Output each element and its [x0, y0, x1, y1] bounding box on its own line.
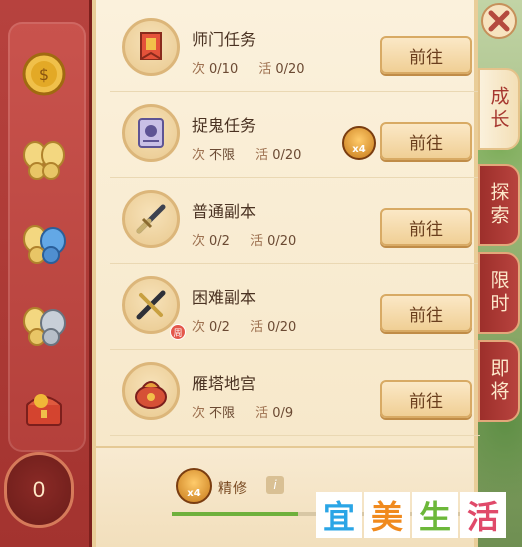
- task-meta: 次 0/10 活 0/20: [192, 58, 305, 77]
- info-glyph: i: [273, 478, 277, 492]
- tab-upcoming[interactable]: 即将: [478, 340, 520, 422]
- multiplier-label: x4: [352, 144, 366, 155]
- refine-label: 精修: [218, 481, 248, 497]
- go-button[interactable]: 前往: [380, 122, 472, 160]
- refine-multiplier: x4: [187, 488, 201, 499]
- count-value: 不限: [209, 406, 236, 421]
- treasure-bag-icon: [122, 362, 180, 420]
- task-row: 师门任务 次 0/10 活 0/20 前往: [110, 6, 480, 92]
- left-rail: $ 0: [0, 0, 92, 547]
- go-button[interactable]: 前往: [380, 294, 472, 332]
- active-value: 0/20: [275, 62, 305, 77]
- side-tabs: 成长 探索 限时 即将: [474, 0, 522, 547]
- go-button[interactable]: 前往: [380, 208, 472, 246]
- watermark-char: 生: [412, 492, 458, 538]
- count-label: 次: [192, 320, 206, 335]
- scroll-icon: [122, 104, 180, 162]
- count-label: 次: [192, 234, 206, 249]
- task-row: 普通副本 次 0/2 活 0/20 前往: [110, 178, 480, 264]
- task-title: 困难副本: [192, 288, 257, 307]
- active-label: 活: [250, 320, 264, 335]
- butterfly-gold-icon[interactable]: [16, 132, 72, 188]
- task-title: 捉鬼任务: [192, 116, 257, 135]
- task-meta: 次 0/2 活 0/20: [192, 316, 296, 335]
- svg-text:$: $: [39, 65, 49, 84]
- crossed-swords-icon: [122, 276, 180, 334]
- count-value: 0/2: [209, 320, 230, 335]
- watermark-char: 活: [460, 492, 506, 538]
- counter-badge: 0: [4, 452, 74, 528]
- task-row: 周 困难副本 次 0/2 活 0/20 前往: [110, 264, 480, 350]
- active-label: 活: [255, 406, 269, 421]
- active-value: 0/9: [272, 406, 294, 421]
- weekly-badge: 周: [170, 324, 186, 340]
- count-value: 0/2: [209, 234, 230, 249]
- task-title: 普通副本: [192, 202, 257, 221]
- watermark-char: 美: [364, 492, 410, 538]
- task-title: 师门任务: [192, 30, 257, 49]
- active-value: 0/20: [267, 234, 297, 249]
- gold-coin-icon[interactable]: $: [16, 46, 72, 102]
- watermark-char: 宜: [316, 492, 362, 538]
- sword-icon: [122, 190, 180, 248]
- active-label: 活: [250, 234, 264, 249]
- task-meta: 次不限 活 0/20: [192, 144, 301, 163]
- tab-limited[interactable]: 限时: [478, 252, 520, 334]
- task-meta: 次不限 活 0/9: [192, 402, 293, 421]
- count-value: 0/10: [209, 62, 239, 77]
- active-value: 0/20: [267, 320, 297, 335]
- go-button[interactable]: 前往: [380, 380, 472, 418]
- butterfly-silver-icon[interactable]: [16, 298, 72, 354]
- active-label: 活: [255, 148, 269, 163]
- counter-value: 0: [32, 477, 46, 502]
- task-row: 捉鬼任务 次不限 活 0/20 x4 前往: [110, 92, 480, 178]
- count-label: 次: [192, 148, 206, 163]
- go-button[interactable]: 前往: [380, 36, 472, 74]
- tab-growth[interactable]: 成长: [478, 68, 520, 150]
- task-title: 雁塔地宫: [192, 374, 257, 393]
- weekly-label: 周: [173, 328, 183, 339]
- tab-explore[interactable]: 探索: [478, 164, 520, 246]
- banner-icon: [122, 18, 180, 76]
- butterfly-blue-icon[interactable]: [16, 216, 72, 272]
- multiplier-icon[interactable]: x4: [342, 126, 376, 160]
- count-label: 次: [192, 406, 206, 421]
- count-value: 不限: [209, 148, 236, 163]
- info-icon[interactable]: i: [266, 476, 284, 494]
- watermark: 宜 美 生 活: [316, 490, 516, 540]
- task-row: 雁塔地宫 次不限 活 0/9 前往: [110, 350, 480, 436]
- treasure-chest-icon[interactable]: [16, 380, 72, 436]
- progress-fill: [172, 512, 298, 516]
- active-label: 活: [258, 62, 272, 77]
- task-meta: 次 0/2 活 0/20: [192, 230, 296, 249]
- active-value: 0/20: [272, 148, 302, 163]
- count-label: 次: [192, 62, 206, 77]
- refine-icon[interactable]: x4: [176, 468, 212, 504]
